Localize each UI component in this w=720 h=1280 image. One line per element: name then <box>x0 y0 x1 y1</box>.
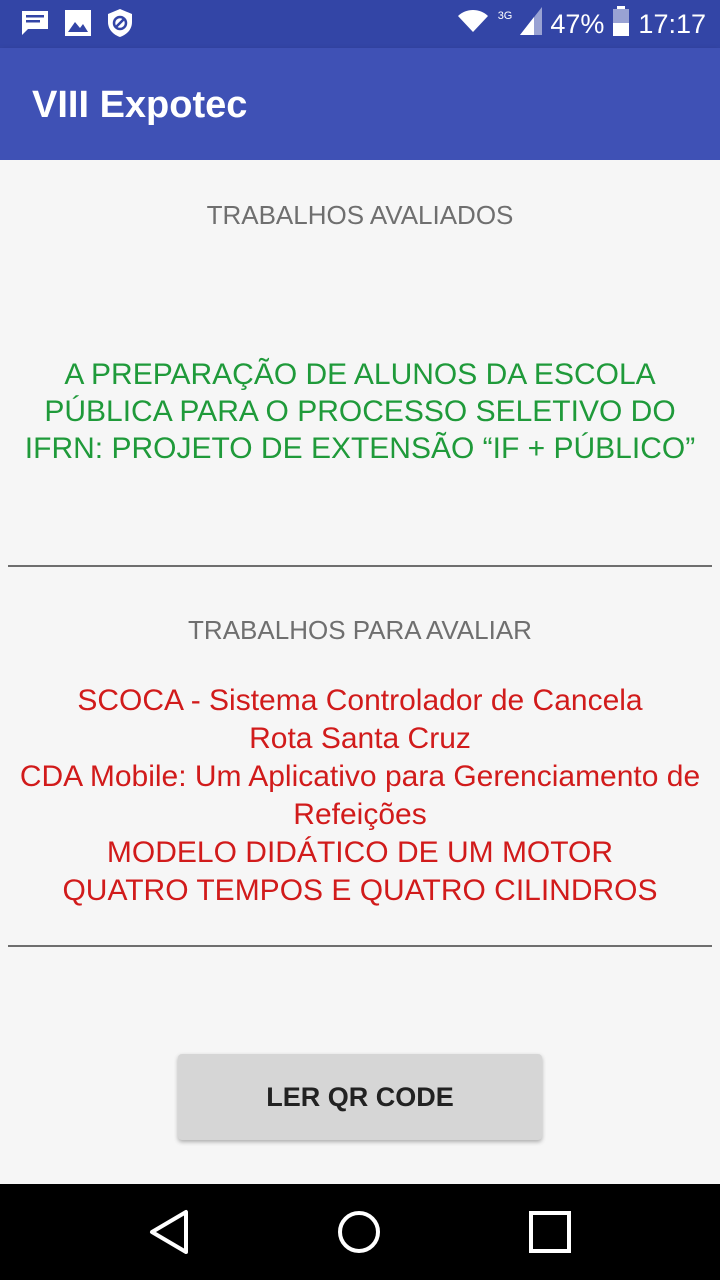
app-title: VIII Expotec <box>32 84 248 126</box>
main-content: TRABALHOS AVALIADOS A PREPARAÇÃO DE ALUN… <box>0 160 720 1184</box>
signal-icon <box>520 6 543 42</box>
evaluated-list: A PREPARAÇÃO DE ALUNOS DA ESCOLA PÚBLICA… <box>0 356 720 467</box>
message-icon <box>20 9 50 42</box>
pending-section-title: TRABALHOS PARA AVALIAR <box>188 615 532 645</box>
image-icon <box>64 9 92 42</box>
shield-icon <box>106 8 134 43</box>
pending-item[interactable]: SCOCA - Sistema Controlador de Cancela <box>0 682 720 720</box>
recents-icon[interactable] <box>526 1208 574 1256</box>
pending-list: SCOCA - Sistema Controlador de Cancela R… <box>0 682 720 910</box>
battery-level: 47% <box>550 8 605 39</box>
status-bar: 3G 47% 17:17 <box>0 0 720 48</box>
app-bar: VIII Expotec <box>0 48 720 160</box>
read-qr-code-button[interactable]: LER QR CODE <box>178 1054 542 1140</box>
pending-item[interactable]: CDA Mobile: Um Aplicativo para Gerenciam… <box>0 758 720 834</box>
back-icon[interactable] <box>146 1208 194 1256</box>
wifi-icon <box>456 8 490 41</box>
battery-icon <box>612 5 630 43</box>
pending-item[interactable]: MODELO DIDÁTICO DE UM MOTOR QUATRO TEMPO… <box>0 834 720 910</box>
clock: 17:17 <box>638 8 706 39</box>
home-icon[interactable] <box>335 1208 383 1256</box>
pending-item[interactable]: Rota Santa Cruz <box>0 720 720 758</box>
network-type: 3G <box>497 10 513 22</box>
evaluated-section-title: TRABALHOS AVALIADOS <box>206 200 514 230</box>
navigation-bar <box>0 1184 720 1280</box>
evaluated-item[interactable]: A PREPARAÇÃO DE ALUNOS DA ESCOLA PÚBLICA… <box>0 356 720 467</box>
divider <box>8 945 712 947</box>
divider <box>8 565 712 567</box>
